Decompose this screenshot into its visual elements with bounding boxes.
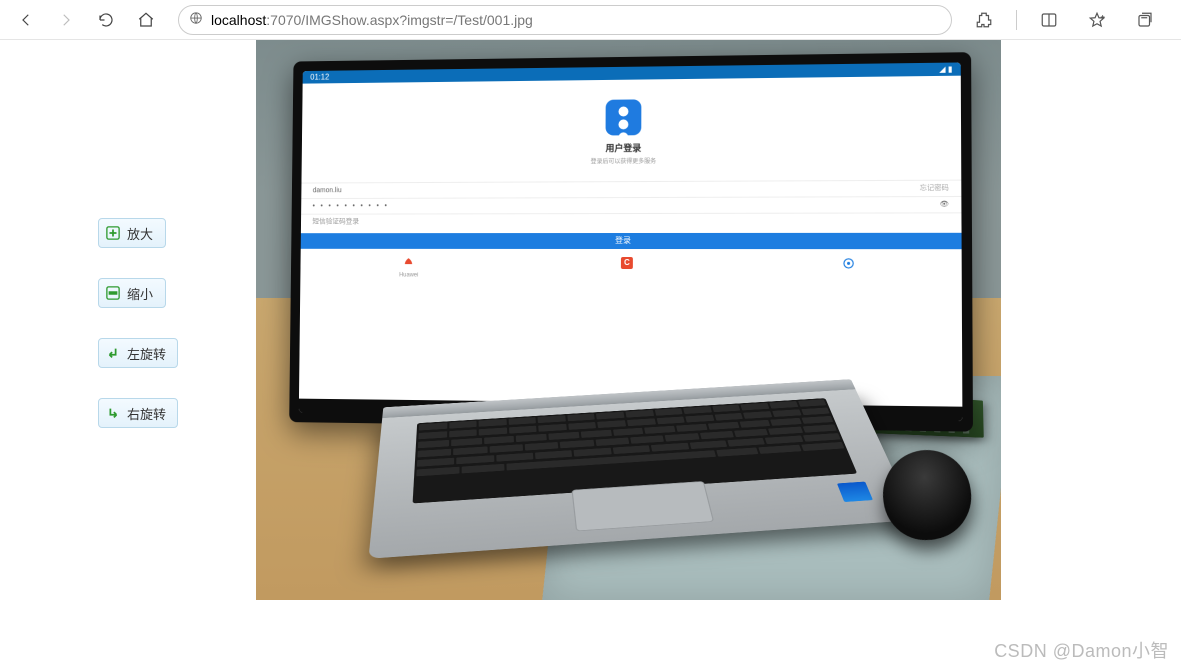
eye-icon: 👁 bbox=[940, 200, 949, 208]
login-app-logo-icon bbox=[606, 99, 642, 135]
rotate-left-icon bbox=[105, 345, 121, 361]
zoom-out-icon bbox=[105, 285, 121, 301]
login-provider-huawei: Huawei bbox=[399, 256, 418, 278]
displayed-image: 01:12 ◢ ▮ 用户登录 登录后可以获得更多服务 damon.liu 忘记密… bbox=[256, 40, 1001, 600]
home-icon[interactable] bbox=[130, 4, 162, 36]
image-tool-sidebar: 放大 缩小 左旋转 右旋转 bbox=[98, 218, 178, 428]
login-password-field: • • • • • • • • • • 👁 bbox=[301, 196, 961, 214]
login-provider-c: C bbox=[621, 257, 633, 279]
rotate-left-label: 左旋转 bbox=[127, 344, 166, 363]
rotate-right-icon bbox=[105, 405, 121, 421]
zoom-in-button[interactable]: 放大 bbox=[98, 218, 166, 248]
address-bar[interactable]: localhost:7070/IMGShow.aspx?imgstr=/Test… bbox=[178, 5, 952, 35]
zoom-in-label: 放大 bbox=[127, 224, 153, 243]
site-info-icon[interactable] bbox=[189, 11, 203, 28]
watermark-text: CSDN @Damon小智 bbox=[994, 637, 1169, 663]
login-subtitle: 登录后可以获得更多服务 bbox=[302, 154, 962, 167]
login-provider-other bbox=[842, 257, 854, 279]
login-captcha-row: 短信验证码登录 bbox=[301, 212, 962, 229]
favorites-icon[interactable] bbox=[1081, 4, 1113, 36]
extensions-icon[interactable] bbox=[968, 4, 1000, 36]
refresh-icon[interactable] bbox=[90, 4, 122, 36]
zoom-out-label: 缩小 bbox=[127, 284, 153, 303]
zoom-out-button[interactable]: 缩小 bbox=[98, 278, 166, 308]
zoom-in-icon bbox=[105, 225, 121, 241]
browser-toolbar: localhost:7070/IMGShow.aspx?imgstr=/Test… bbox=[0, 0, 1181, 40]
rotate-right-label: 右旋转 bbox=[127, 404, 166, 423]
status-time: 01:12 bbox=[310, 72, 329, 81]
rotate-left-button[interactable]: 左旋转 bbox=[98, 338, 178, 368]
split-screen-icon[interactable] bbox=[1033, 4, 1065, 36]
login-submit-button: 登录 bbox=[301, 232, 962, 248]
status-icons: ◢ ▮ bbox=[939, 64, 952, 73]
collections-icon[interactable] bbox=[1129, 4, 1161, 36]
url-text: localhost:7070/IMGShow.aspx?imgstr=/Test… bbox=[211, 12, 533, 28]
rotate-right-button[interactable]: 右旋转 bbox=[98, 398, 178, 428]
toolbar-divider bbox=[1016, 10, 1017, 30]
page-content: 放大 缩小 左旋转 右旋转 bbox=[0, 40, 1181, 671]
forward-icon[interactable] bbox=[50, 4, 82, 36]
photo-monitor: 01:12 ◢ ▮ 用户登录 登录后可以获得更多服务 damon.liu 忘记密… bbox=[289, 52, 973, 431]
back-icon[interactable] bbox=[10, 4, 42, 36]
